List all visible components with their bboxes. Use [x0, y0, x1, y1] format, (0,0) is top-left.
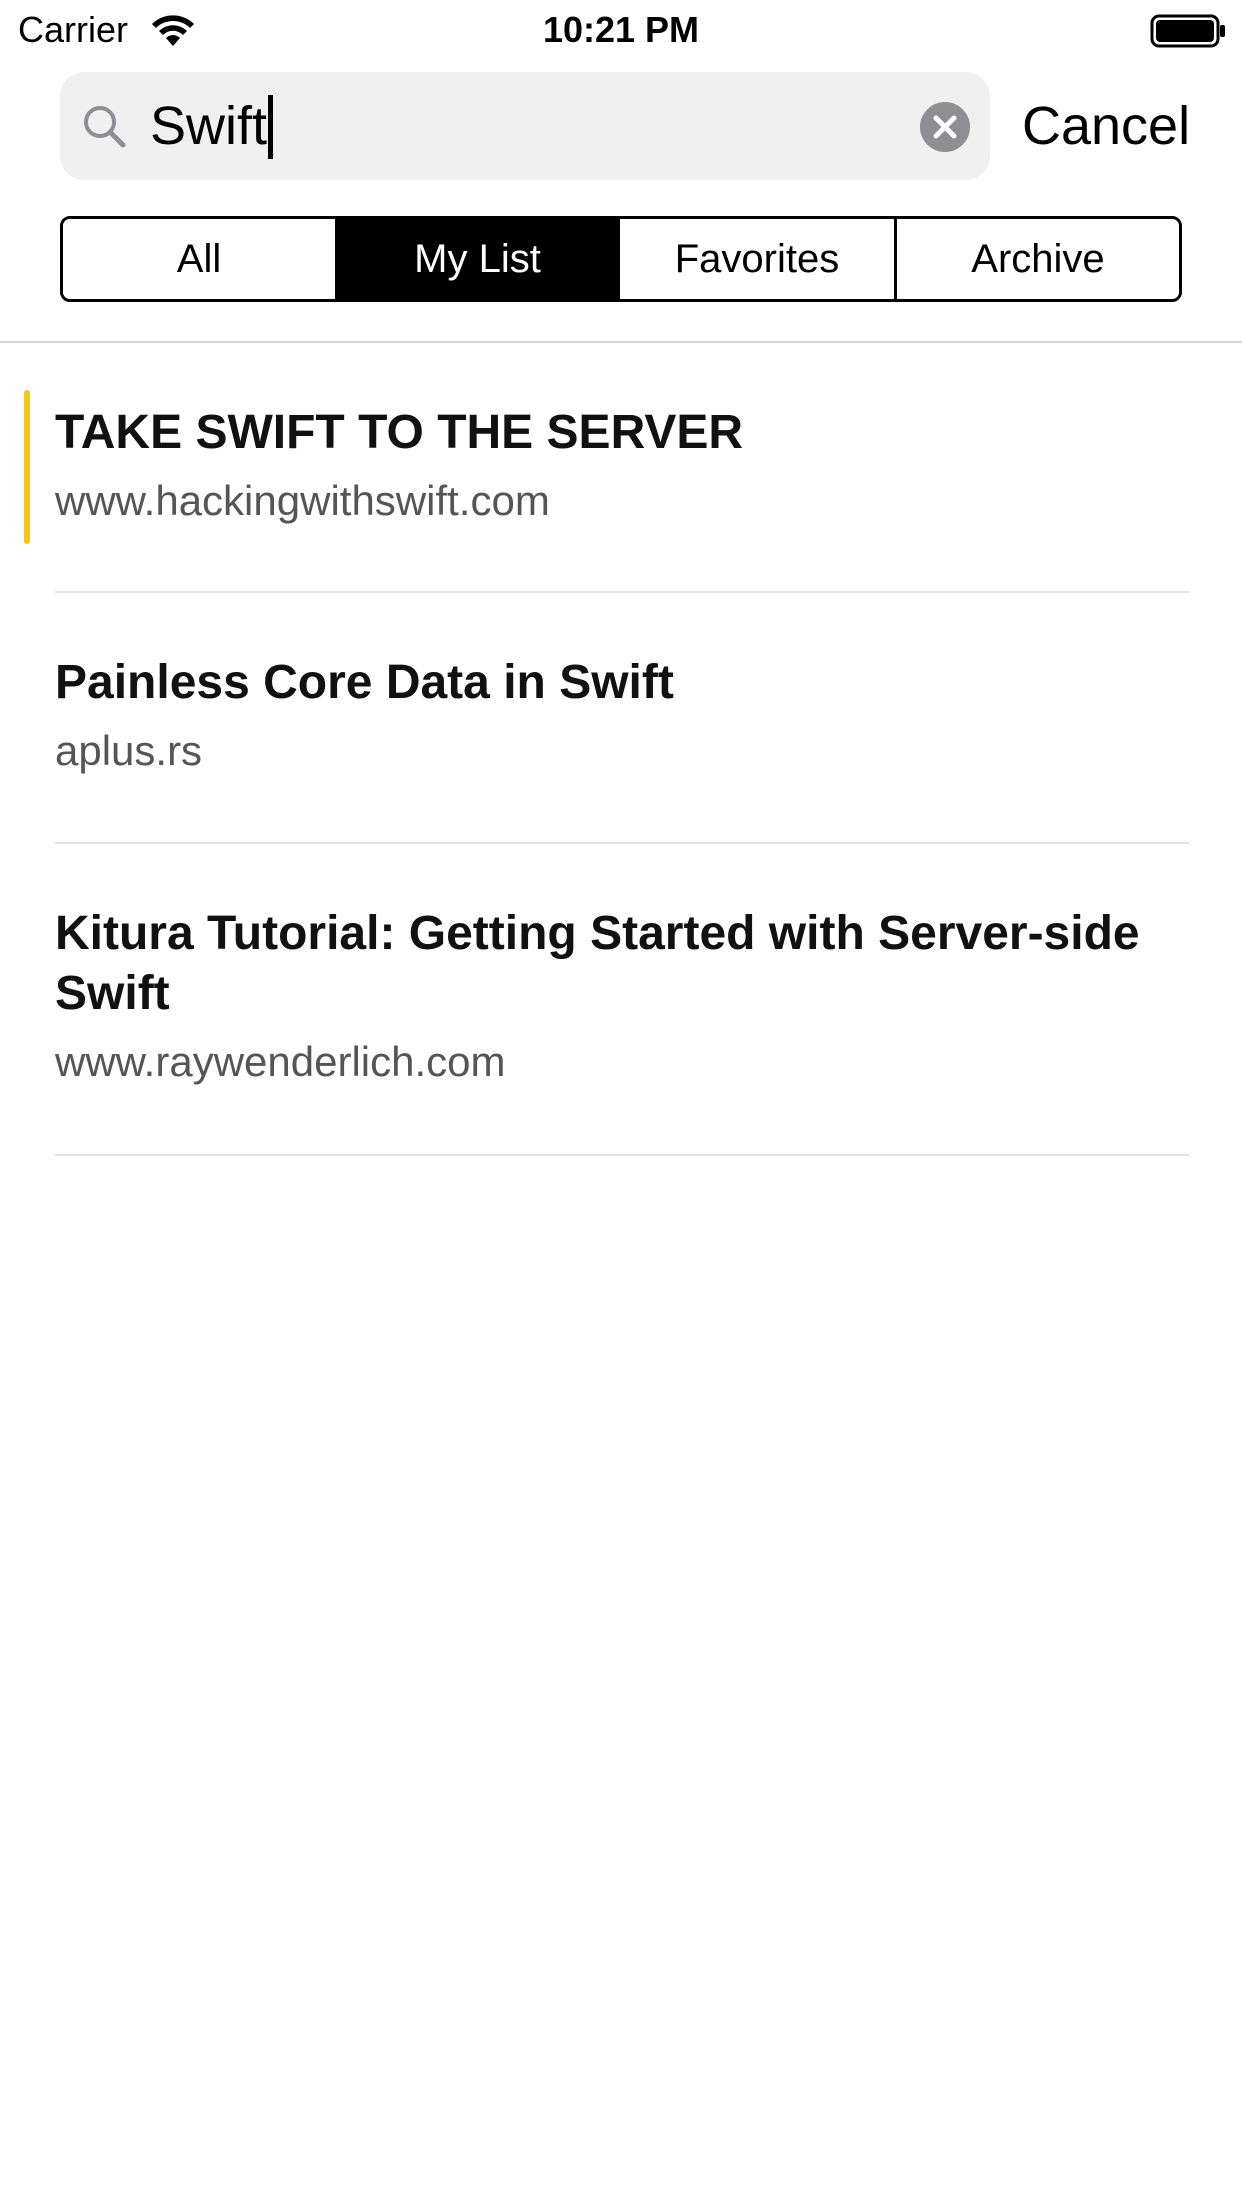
- status-bar: Carrier 10:21 PM: [0, 0, 1242, 60]
- item-title: Painless Core Data in Swift: [55, 656, 674, 709]
- highlight-bar: [24, 390, 30, 544]
- list-item[interactable]: TAKE SWIFT TO THE SERVER www.hackingwith…: [0, 343, 1242, 593]
- segmented-control: All My List Favorites Archive: [60, 216, 1182, 302]
- segment-all[interactable]: All: [63, 219, 338, 299]
- cancel-button[interactable]: Cancel: [1022, 72, 1190, 180]
- segment-archive[interactable]: Archive: [897, 219, 1179, 299]
- item-domain: www.hackingwithswift.com: [55, 477, 550, 524]
- text-caret: [268, 94, 274, 159]
- status-time: 10:21 PM: [542, 9, 700, 50]
- search-icon: [84, 106, 126, 148]
- segment-label: All: [176, 236, 222, 281]
- item-domain: aplus.rs: [55, 727, 203, 774]
- battery-icon: [1150, 14, 1225, 48]
- item-title: TAKE SWIFT TO THE SERVER: [55, 406, 744, 459]
- segment-label: Favorites: [674, 236, 840, 281]
- search-input-value: Swift: [150, 96, 268, 156]
- results-list: TAKE SWIFT TO THE SERVER www.hackingwith…: [0, 343, 1242, 1156]
- segment-label: Archive: [971, 236, 1105, 281]
- segment-favorites[interactable]: Favorites: [620, 219, 897, 299]
- search-input[interactable]: Swift: [150, 72, 910, 180]
- item-domain: www.raywenderlich.com: [55, 1038, 506, 1085]
- clear-icon[interactable]: [920, 102, 970, 152]
- list-item[interactable]: Kitura Tutorial: Getting Started with Se…: [0, 844, 1242, 1156]
- segment-my-list[interactable]: My List: [338, 219, 620, 299]
- search-field[interactable]: Swift: [60, 72, 990, 180]
- list-item[interactable]: Painless Core Data in Swift aplus.rs: [0, 593, 1242, 844]
- segment-label: My List: [414, 236, 541, 281]
- item-title: Kitura Tutorial: Getting Started with Se…: [55, 907, 1140, 1020]
- row-divider: [55, 1154, 1189, 1156]
